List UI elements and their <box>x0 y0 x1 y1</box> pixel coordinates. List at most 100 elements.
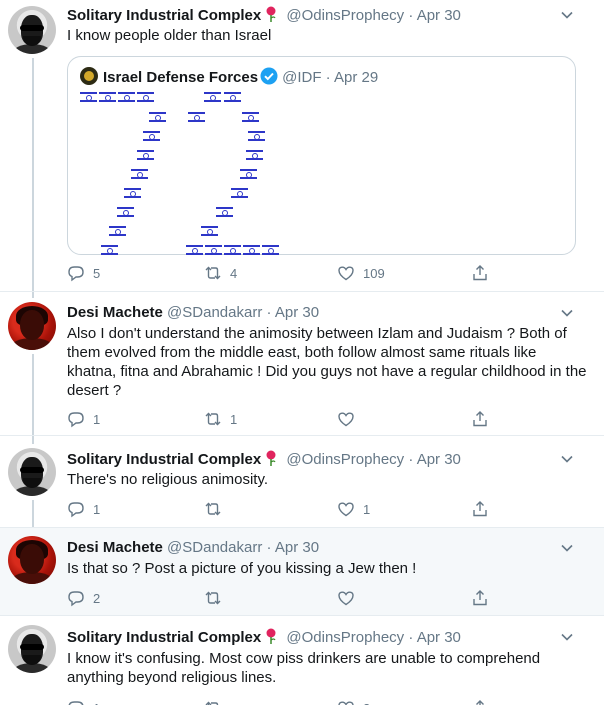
israel-flag-icon <box>224 92 241 102</box>
israel-flag-icon <box>143 131 160 141</box>
like-icon <box>338 502 354 517</box>
user-handle[interactable]: @OdinsProphecy <box>286 629 404 646</box>
avatar[interactable] <box>8 448 56 496</box>
reply-count: 1 <box>93 411 101 427</box>
tweet-text: I know people older than Israel <box>67 27 272 44</box>
like-button[interactable] <box>337 588 363 608</box>
tweet-text: I know it's confusing. Most cow piss dri… <box>67 650 541 686</box>
israel-flag-icon <box>216 207 233 217</box>
display-name[interactable]: Solitary Industrial Complex <box>67 451 261 468</box>
tweet[interactable]: Desi Machete @SDandakarr · Apr 30 Also I… <box>0 292 604 436</box>
tweet[interactable]: Solitary Industrial Complex @OdinsProphe… <box>0 438 604 528</box>
tweet[interactable]: Solitary Industrial Complex @OdinsProphe… <box>0 616 604 705</box>
separator-dot: · <box>266 304 272 321</box>
israel-flag-icon <box>101 245 118 255</box>
reply-count: 5 <box>93 265 101 281</box>
israel-flag-icon <box>248 131 265 141</box>
israel-flag-icon <box>188 112 205 122</box>
separator-dot: · <box>408 629 414 646</box>
like-button[interactable] <box>337 409 363 429</box>
caret-down-icon[interactable] <box>560 541 574 555</box>
timestamp[interactable]: Apr 30 <box>417 451 461 468</box>
avatar[interactable] <box>8 6 56 54</box>
like-icon <box>338 701 354 705</box>
retweet-button[interactable]: 1 <box>204 409 237 429</box>
quoted-display-name[interactable]: Israel Defense Forces <box>103 69 258 86</box>
retweet-button[interactable] <box>204 698 230 705</box>
share-button[interactable] <box>471 263 489 283</box>
caret-down-icon[interactable] <box>560 8 574 22</box>
reply-count: 2 <box>93 590 101 606</box>
israel-flag-icon <box>117 207 134 217</box>
tweet-header: Solitary Industrial Complex @OdinsProphe… <box>67 6 461 25</box>
user-handle[interactable]: @OdinsProphecy <box>286 451 404 468</box>
avatar[interactable] <box>8 302 56 350</box>
retweet-count: 4 <box>230 265 238 281</box>
tweet-actions: 5 4 109 <box>64 263 494 283</box>
display-name[interactable]: Solitary Industrial Complex <box>67 629 261 646</box>
tweet-text: Also I don't understand the animosity be… <box>67 325 587 399</box>
retweet-icon <box>205 701 219 705</box>
user-handle[interactable]: @SDandakarr <box>167 304 262 321</box>
share-button[interactable] <box>471 698 489 705</box>
israel-flag-icon <box>242 112 259 122</box>
avatar[interactable] <box>8 625 56 673</box>
avatar[interactable] <box>8 536 56 584</box>
like-count: 2 <box>363 701 370 705</box>
display-name[interactable]: Desi Machete <box>67 539 163 556</box>
israel-flag-icon <box>246 150 263 160</box>
israel-flag-icon <box>109 226 126 236</box>
share-icon <box>473 265 487 281</box>
reply-icon <box>68 591 84 607</box>
tweet-header: Solitary Industrial Complex @OdinsProphe… <box>67 450 461 469</box>
share-button[interactable] <box>471 588 489 608</box>
tweet-actions: 1 2 <box>64 698 494 705</box>
quoted-user-handle[interactable]: @IDF <box>282 69 321 86</box>
share-button[interactable] <box>471 409 489 429</box>
israel-flag-icon <box>205 245 222 255</box>
like-button[interactable]: 1 <box>337 499 370 519</box>
tweet[interactable]: Desi Machete @SDandakarr · Apr 30 Is tha… <box>0 528 604 616</box>
tweet-actions: 2 <box>64 588 494 608</box>
separator-dot: · <box>408 7 414 24</box>
retweet-count: 1 <box>230 411 238 427</box>
like-button[interactable]: 2 <box>337 698 370 705</box>
retweet-icon <box>205 591 221 605</box>
caret-down-icon[interactable] <box>560 452 574 466</box>
timestamp[interactable]: Apr 30 <box>275 304 319 321</box>
separator-dot: · <box>325 69 331 86</box>
share-icon <box>473 501 487 517</box>
separator-dot: · <box>408 451 414 468</box>
tweet[interactable]: Solitary Industrial Complex @OdinsProphe… <box>0 0 604 292</box>
share-button[interactable] <box>471 499 489 519</box>
reply-button[interactable]: 1 <box>67 499 100 519</box>
tweet-header: Desi Machete @SDandakarr · Apr 30 <box>67 304 319 322</box>
reply-button[interactable]: 1 <box>67 409 100 429</box>
reply-button[interactable]: 2 <box>67 588 100 608</box>
display-name[interactable]: Desi Machete <box>67 304 163 321</box>
display-name[interactable]: Solitary Industrial Complex <box>67 7 261 24</box>
idf-logo-avatar[interactable] <box>80 67 98 85</box>
timestamp[interactable]: Apr 30 <box>417 7 461 24</box>
quoted-tweet[interactable]: Israel Defense Forces @IDF · Apr 29 <box>67 56 576 255</box>
tweet-header: Solitary Industrial Complex @OdinsProphe… <box>67 628 461 647</box>
like-count: 1 <box>363 501 371 517</box>
israel-flag-icon <box>149 112 166 122</box>
reply-icon <box>68 701 84 705</box>
quoted-timestamp[interactable]: Apr 29 <box>334 69 378 86</box>
israel-flag-icon <box>262 245 279 255</box>
retweet-button[interactable] <box>204 499 230 519</box>
reply-button[interactable]: 5 <box>67 263 100 283</box>
retweet-button[interactable]: 4 <box>204 263 237 283</box>
israel-flag-icon <box>231 188 248 198</box>
user-handle[interactable]: @OdinsProphecy <box>286 7 404 24</box>
retweet-button[interactable] <box>204 588 230 608</box>
reply-button[interactable]: 1 <box>67 698 100 705</box>
israel-flag-icon <box>243 245 260 255</box>
caret-down-icon[interactable] <box>560 306 574 320</box>
caret-down-icon[interactable] <box>560 630 574 644</box>
user-handle[interactable]: @SDandakarr <box>167 539 262 556</box>
timestamp[interactable]: Apr 30 <box>417 629 461 646</box>
timestamp[interactable]: Apr 30 <box>275 539 319 556</box>
like-button[interactable]: 109 <box>337 263 385 283</box>
